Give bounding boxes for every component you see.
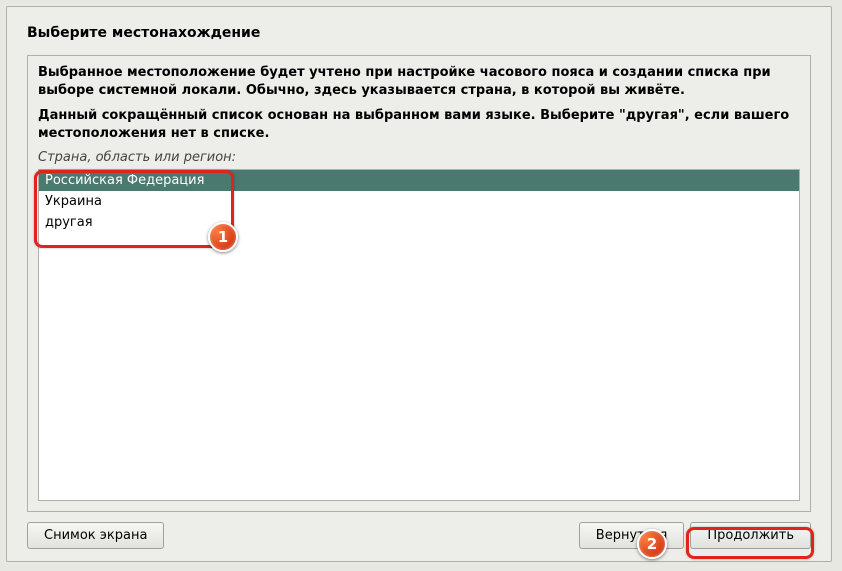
screenshot-button[interactable]: Снимок экрана — [27, 522, 164, 549]
page-title: Выберите местонахождение — [27, 25, 811, 41]
description-2: Данный сокращённый список основан на выб… — [38, 107, 800, 142]
location-listbox[interactable]: Российская Федерация Украина другая — [38, 169, 800, 501]
list-label: Страна, область или регион: — [38, 150, 800, 165]
list-item[interactable]: Российская Федерация — [39, 170, 799, 191]
content-frame: Выбранное местоположение будет учтено пр… — [27, 55, 811, 512]
list-item[interactable]: другая — [39, 212, 799, 233]
installer-window: Выберите местонахождение Выбранное место… — [6, 6, 832, 562]
back-button[interactable]: Вернуться — [579, 522, 685, 549]
list-item[interactable]: Украина — [39, 191, 799, 212]
continue-button[interactable]: Продолжить — [690, 522, 811, 549]
button-row: Снимок экрана Вернуться Продолжить — [27, 522, 811, 549]
description-1: Выбранное местоположение будет учтено пр… — [38, 64, 800, 99]
